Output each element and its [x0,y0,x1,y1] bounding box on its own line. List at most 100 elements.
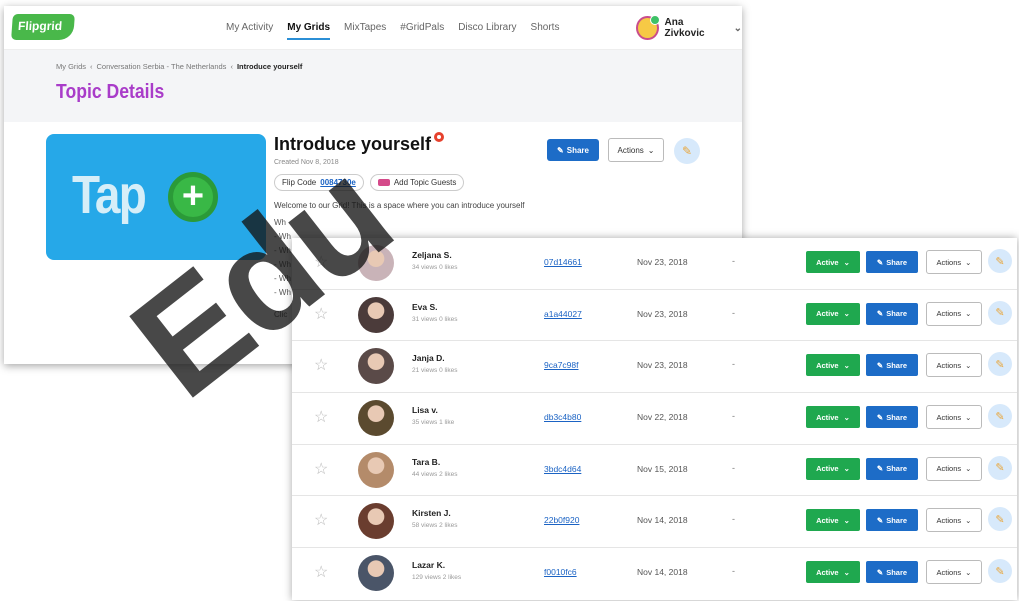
share-label: Share [886,360,908,370]
response-name[interactable]: Eva S. [412,302,438,312]
response-code-link[interactable]: db3c4b80 [544,412,581,422]
star-icon[interactable]: ☆ [314,513,328,529]
user-menu[interactable]: Ana Zivkovic ⌄ [636,15,742,40]
pencil-icon: ✎ [876,464,884,474]
response-avatar[interactable] [358,296,394,333]
edit-pencil-button[interactable]: ✎ [988,455,1012,480]
actions-dropdown[interactable]: Actions ⌄ [926,353,982,378]
star-icon[interactable]: ☆ [314,565,328,581]
response-stats: 35 views 1 like [412,419,455,427]
actions-dropdown[interactable]: Actions ⌄ [926,405,982,430]
share-button[interactable]: ✎ Share [866,457,918,480]
response-name[interactable]: Janja D. [412,353,445,363]
star-icon[interactable]: ☆ [314,461,328,478]
thumbnail-text: Tap [72,165,147,225]
status-dropdown[interactable]: Active ⌄ [806,354,860,377]
pencil-icon: ✎ [995,462,1005,475]
response-code-link[interactable]: f0010fc6 [544,567,577,577]
user-name: Ana Zivkovic [664,17,705,39]
edit-pencil-button[interactable]: ✎ [988,507,1012,532]
response-name[interactable]: Lisa v. [412,405,438,415]
edit-pencil-button[interactable]: ✎ [988,300,1012,325]
actions-dropdown[interactable]: Actions ⌄ [608,138,664,162]
response-avatar[interactable] [358,555,394,592]
response-code-link[interactable]: 9ca7c98f [544,360,579,370]
response-name[interactable]: Kirsten J. [412,508,451,518]
response-code-link[interactable]: a1a44027 [544,309,582,319]
add-guests-button[interactable]: Add Topic Guests [369,174,465,191]
flip-code-pill[interactable]: Flip Code 0084730e [274,174,364,191]
share-label: Share [886,464,908,474]
status-dropdown[interactable]: Active ⌄ [806,406,860,429]
star-icon[interactable]: ☆ [314,255,328,271]
response-avatar[interactable] [358,503,394,540]
edit-pencil-button[interactable]: ✎ [988,559,1012,584]
flip-code-link[interactable]: 0084730e [320,178,356,187]
response-avatar[interactable] [358,400,394,437]
response-code-link[interactable]: 07d14661 [544,257,582,267]
actions-label: Actions [936,515,962,525]
response-code-link[interactable]: 22b0f920 [544,515,579,525]
response-code-link[interactable]: 3bdc4d64 [544,464,581,474]
status-dropdown[interactable]: Active ⌄ [806,302,860,325]
chevron-down-icon: ⌄ [965,515,972,525]
actions-dropdown[interactable]: Actions ⌄ [926,560,982,585]
response-dash: - [732,256,735,266]
edit-pencil-button[interactable]: ✎ [674,138,700,164]
star-icon[interactable]: ☆ [314,358,328,374]
share-button[interactable]: ✎ Share [866,302,918,325]
chevron-down-icon: ⌄ [843,412,850,422]
flipgrid-logo[interactable]: Flipgrid [11,14,75,40]
response-date: Nov 23, 2018 [637,257,688,267]
share-button[interactable]: ✎ Share [866,251,918,273]
status-label: Active [816,257,839,267]
status-label: Active [816,360,839,370]
share-button[interactable]: ✎ Share [866,354,918,377]
response-name[interactable]: Zeljana S. [412,250,452,260]
response-name[interactable]: Tara B. [412,457,440,467]
star-icon[interactable]: ☆ [314,306,328,323]
status-dropdown[interactable]: Active ⌄ [806,561,860,584]
response-name[interactable]: Lazar K. [412,560,445,570]
share-button[interactable]: ✎ Share [866,561,918,584]
actions-dropdown[interactable]: Actions ⌄ [926,508,982,533]
topic-thumbnail[interactable]: Tap + [46,134,266,260]
response-avatar[interactable] [358,245,394,281]
nav-my-grids[interactable]: My Grids [287,22,331,40]
response-avatar[interactable] [358,451,394,488]
actions-dropdown[interactable]: Actions ⌄ [926,301,982,326]
edit-pencil-button[interactable]: ✎ [988,249,1012,273]
nav-shorts[interactable]: Shorts [531,22,560,40]
share-button[interactable]: ✎ Share [866,406,918,429]
edit-pencil-button[interactable]: ✎ [988,404,1012,429]
pencil-icon: ✎ [876,360,884,370]
status-dropdown[interactable]: Active ⌄ [806,251,860,273]
share-button[interactable]: ✎ Share [866,509,918,532]
add-guests-label: Add Topic Guests [393,178,457,187]
nav-my-activity[interactable]: My Activity [226,22,273,40]
breadcrumb-grid[interactable]: Conversation Serbia - The Netherlands [97,62,227,71]
response-dash: - [732,359,735,370]
chevron-down-icon: ⌄ [843,464,850,474]
topic-pills: Flip Code 0084730e Add Topic Guests [274,174,734,191]
star-icon[interactable]: ☆ [314,410,328,426]
status-dropdown[interactable]: Active ⌄ [806,509,860,532]
nav-mixtapes[interactable]: MixTapes [344,22,386,40]
response-avatar[interactable] [358,348,394,385]
flip-code-label: Flip Code [282,178,317,187]
edit-pencil-button[interactable]: ✎ [988,352,1012,377]
response-stats: 31 views 0 likes [412,315,458,323]
pencil-icon: ✎ [995,513,1005,526]
pencil-icon: ✎ [876,515,884,525]
chevron-left-icon: ‹ [230,62,233,71]
breadcrumb: My Grids ‹ Conversation Serbia - The Net… [56,62,742,71]
share-button[interactable]: ✎ Share [547,139,599,161]
nav-disco-library[interactable]: Disco Library [458,22,516,40]
breadcrumb-my-grids[interactable]: My Grids [56,62,86,71]
chevron-down-icon: ⌄ [843,360,850,370]
response-dash: - [732,566,735,577]
actions-dropdown[interactable]: Actions ⌄ [926,456,982,481]
actions-dropdown[interactable]: Actions ⌄ [926,250,982,274]
status-dropdown[interactable]: Active ⌄ [806,457,860,480]
nav-gridpals[interactable]: #GridPals [400,22,444,40]
